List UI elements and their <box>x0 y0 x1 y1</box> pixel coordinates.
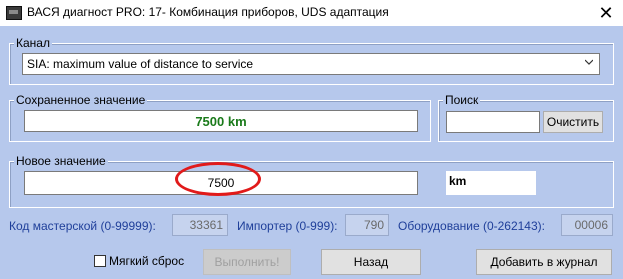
saved-value-group: Сохраненное значение 7500 km <box>9 93 431 142</box>
new-value-group: Новое значение 7500 km <box>9 154 614 208</box>
clear-button[interactable]: Очистить <box>543 111 603 133</box>
importer-label: Импортер (0-999): <box>237 219 338 233</box>
channel-select[interactable]: SIA: maximum value of distance to servic… <box>22 53 600 75</box>
window-title: ВАСЯ диагност PRO: 17- Комбинация прибор… <box>27 5 389 19</box>
app-icon <box>6 6 22 20</box>
new-value-input[interactable]: 7500 <box>24 171 418 195</box>
execute-button[interactable]: Выполнить! <box>203 249 291 275</box>
dialog-body: Канал SIA: maximum value of distance to … <box>0 26 623 279</box>
saved-value-field: 7500 km <box>24 110 418 132</box>
unit-text: km <box>449 174 467 188</box>
close-button[interactable]: ✕ <box>589 0 623 26</box>
channel-selected-value: SIA: maximum value of distance to servic… <box>27 57 254 71</box>
workshop-code-label: Код мастерской (0-99999): <box>9 219 156 233</box>
channel-group: Канал SIA: maximum value of distance to … <box>9 36 614 85</box>
importer-field[interactable]: 790 <box>345 214 389 236</box>
soft-reset-label: Мягкий сброс <box>109 254 185 268</box>
add-to-log-button[interactable]: Добавить в журнал <box>476 249 612 275</box>
new-value-text: 7500 <box>207 176 235 190</box>
new-value-label: Новое значение <box>14 154 108 168</box>
channel-label: Канал <box>14 36 52 50</box>
workshop-code-field[interactable]: 33361 <box>172 214 228 236</box>
saved-value-label: Сохраненное значение <box>14 93 148 107</box>
equipment-field[interactable]: 00006 <box>561 214 613 236</box>
chevron-down-icon <box>585 59 593 65</box>
unit-field: km <box>446 171 536 195</box>
equipment-label: Оборудование (0-262143): <box>398 219 545 233</box>
title-bar: ВАСЯ диагност PRO: 17- Комбинация прибор… <box>0 0 623 26</box>
back-button[interactable]: Назад <box>321 249 421 275</box>
search-label: Поиск <box>443 93 481 107</box>
soft-reset-checkbox[interactable] <box>94 255 106 267</box>
search-input[interactable] <box>446 111 540 133</box>
search-group: Поиск Очистить <box>438 93 614 142</box>
saved-value-text: 7500 km <box>195 114 247 129</box>
